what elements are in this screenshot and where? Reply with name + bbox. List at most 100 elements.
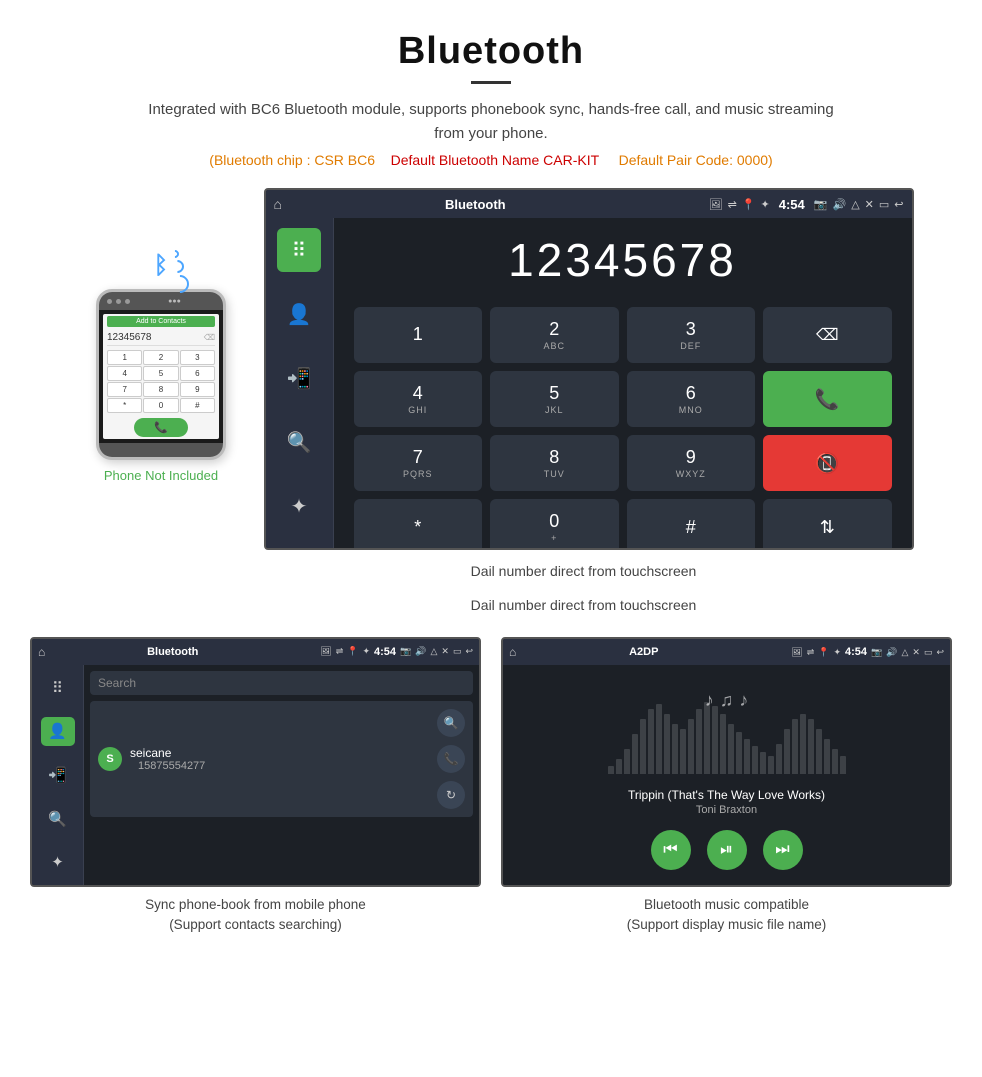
pb-sync-icon[interactable]: ↻ [437, 781, 465, 809]
phone-key-7[interactable]: 7 [107, 382, 142, 397]
pb-sidebar: ⠿ 👤 📲 🔍 ✦ [32, 665, 84, 885]
hu-dial-screen: ⌂ Bluetooth 🖼 ⇌ 📍 ✦ 4:54 📷 🔊 △ ✕ ▭ ↩ ⠿ 👤 [264, 188, 914, 550]
eq-bar-20 [768, 756, 774, 774]
pb-x-icon: ✕ [441, 646, 449, 658]
key-0[interactable]: 0 + [490, 499, 619, 550]
sidebar-calls-icon[interactable]: 📲 [277, 356, 321, 400]
key-hash[interactable]: # [627, 499, 756, 550]
phone-key-4[interactable]: 4 [107, 366, 142, 381]
pb-search-sidebar-icon[interactable]: 🔍 [41, 804, 75, 834]
image-icon: 🖼 [709, 198, 723, 211]
pb-usb-icon: ⇌ [336, 646, 344, 658]
phone-dot-2 [116, 299, 121, 304]
phone-key-0[interactable]: 0 [143, 398, 178, 413]
pb-status-icons: 🖼 ⇌ 📍 ✦ 4:54 📷 🔊 △ ✕ ▭ ↩ [320, 646, 473, 658]
sidebar-dialpad-icon[interactable]: ⠿ [277, 228, 321, 272]
phone-call-row: 📞 [107, 418, 215, 437]
pb-vol-icon: 🔊 [415, 646, 426, 658]
key-3[interactable]: 3 DEF [627, 307, 756, 363]
phone-number-value: 12345678 [107, 332, 152, 343]
pb-call-contact-icon[interactable]: 📞 [437, 745, 465, 773]
key-2-main: 2 [549, 319, 559, 340]
end-icon: 📵 [815, 451, 840, 476]
music-vol-icon: 🔊 [886, 647, 897, 658]
music-status-icons: 🖼 ⇌ 📍 ✦ 4:54 📷 🔊 △ ✕ ▭ ↩ [791, 646, 944, 658]
music-play-btn[interactable]: ⏯ [707, 830, 747, 870]
key-8[interactable]: 8 TUV [490, 435, 619, 491]
key-5[interactable]: 5 JKL [490, 371, 619, 427]
music-visual: ♪ ♫ ♪ [518, 680, 935, 774]
eq-bar-25 [808, 719, 814, 774]
back-icon: ↩ [894, 198, 903, 211]
pb-status-title: Bluetooth [30, 646, 315, 658]
pb-body: ⠿ 👤 📲 🔍 ✦ Search S seicane [32, 665, 479, 885]
eq-bar-8 [672, 724, 678, 774]
pb-contact-name: seicane [130, 746, 205, 760]
key-9[interactable]: 9 WXYZ [627, 435, 756, 491]
key-4[interactable]: 4 GHI [354, 371, 483, 427]
key-6[interactable]: 6 MNO [627, 371, 756, 427]
keypad-grid: 1 2 ABC 3 DEF ⌫ [354, 307, 892, 550]
music-song-title: Trippin (That's The Way Love Works) [628, 788, 825, 802]
pb-search-bar[interactable]: Search [90, 671, 473, 695]
key-star[interactable]: * [354, 499, 483, 550]
key-5-sub: JKL [545, 405, 564, 415]
key-sort[interactable]: ⇅ [763, 499, 892, 550]
phone-key-2[interactable]: 2 [143, 350, 178, 365]
eq-bar-5 [648, 709, 654, 774]
eq-bar-19 [760, 752, 766, 774]
sidebar-contacts-icon[interactable]: 👤 [277, 292, 321, 336]
pb-caption-line1: Sync phone-book from mobile phone [145, 895, 366, 915]
page-title: Bluetooth [20, 30, 962, 73]
phone-key-6[interactable]: 6 [180, 366, 215, 381]
phone-contact-bar: Add to Contacts [107, 316, 215, 327]
phone-keypad: 1 2 3 4 5 6 7 8 9 * 0 # [107, 350, 215, 413]
key-call[interactable]: 📞 [763, 371, 892, 427]
phone-key-8[interactable]: 8 [143, 382, 178, 397]
key-6-main: 6 [686, 383, 696, 404]
music-prev-btn[interactable]: ⏮ [651, 830, 691, 870]
triangle-icon: △ [851, 198, 859, 211]
phone-key-star[interactable]: * [107, 398, 142, 413]
eq-bar-29 [840, 756, 846, 774]
key-end[interactable]: 📵 [763, 435, 892, 491]
bt-icon: ᛒ [154, 252, 168, 280]
phone-key-9[interactable]: 9 [180, 382, 215, 397]
pb-avatar: S [98, 747, 122, 771]
music-tri-icon: △ [901, 647, 908, 658]
phone-call-btn[interactable]: 📞 [134, 418, 188, 437]
phone-key-5[interactable]: 5 [143, 366, 178, 381]
pb-main: Search S seicane 15875554277 🔍 📞 [84, 665, 479, 885]
pb-contacts-icon[interactable]: 👤 [41, 717, 75, 747]
sidebar-bt-icon[interactable]: ✦ [277, 484, 321, 528]
pb-search-contact-icon[interactable]: 🔍 [437, 709, 465, 737]
phone-bottom-bar [99, 443, 223, 457]
key-backspace[interactable]: ⌫ [763, 307, 892, 363]
pb-dialpad-icon[interactable]: ⠿ [41, 673, 75, 703]
signal-arc-large [167, 271, 192, 296]
key-2[interactable]: 2 ABC [490, 307, 619, 363]
music-screen: ⌂ A2DP 🖼 ⇌ 📍 ✦ 4:54 📷 🔊 △ ✕ ▭ ↩ [501, 637, 952, 887]
phone-key-1[interactable]: 1 [107, 350, 142, 365]
pb-calls-icon[interactable]: 📲 [41, 760, 75, 790]
eq-bar-2 [624, 749, 630, 774]
key-1[interactable]: 1 [354, 307, 483, 363]
key-5-main: 5 [549, 383, 559, 404]
key-7[interactable]: 7 PQRS [354, 435, 483, 491]
key-3-sub: DEF [680, 341, 701, 351]
eq-bar-11 [696, 709, 702, 774]
bt-code: Default Pair Code: 0000) [619, 152, 773, 168]
pb-contact-row: S seicane 15875554277 🔍 📞 ↻ [90, 701, 473, 817]
music-cam-icon: 📷 [871, 647, 882, 658]
music-next-btn[interactable]: ⏭ [763, 830, 803, 870]
sidebar-search-icon[interactable]: 🔍 [277, 420, 321, 464]
pb-bt-sidebar-icon[interactable]: ✦ [41, 847, 75, 877]
music-controls: ⏮ ⏯ ⏭ [651, 830, 803, 870]
phone-key-3[interactable]: 3 [180, 350, 215, 365]
eq-bar-1 [616, 759, 622, 774]
music-status-bar: ⌂ A2DP 🖼 ⇌ 📍 ✦ 4:54 📷 🔊 △ ✕ ▭ ↩ [503, 639, 950, 665]
pb-img-icon: 🖼 [320, 646, 331, 658]
phone-key-hash[interactable]: # [180, 398, 215, 413]
key-4-main: 4 [413, 383, 423, 404]
bt-specs: (Bluetooth chip : CSR BC6 Default Blueto… [20, 152, 962, 168]
